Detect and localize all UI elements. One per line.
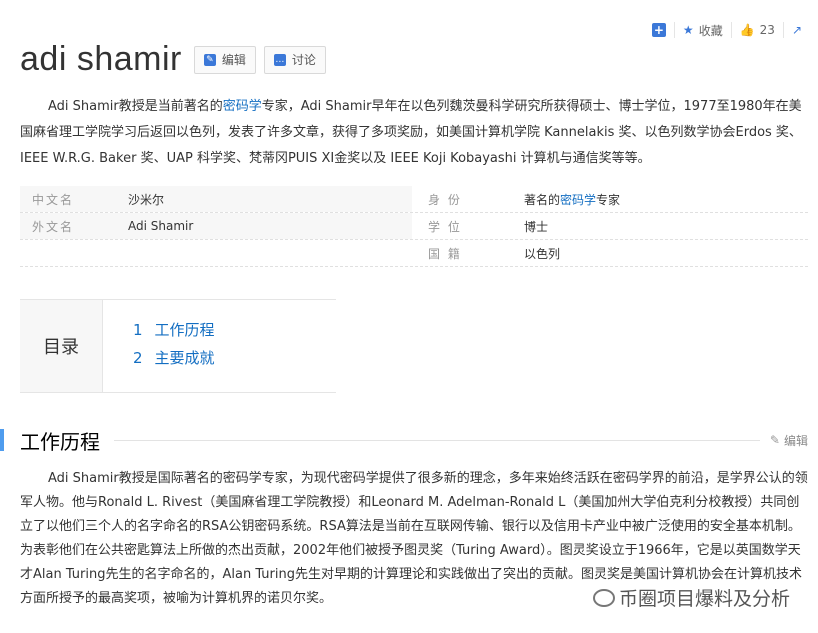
section-edit-label: 编辑 — [783, 433, 808, 448]
info-key: 外文名 — [32, 219, 75, 234]
info-cell-right: 学 位 博士 — [412, 213, 808, 239]
toc-number: 2 — [133, 349, 143, 367]
toc-text: 工作历程 — [154, 321, 215, 339]
wechat-icon — [592, 588, 615, 607]
watermark: 币圈项目爆料及分析 — [588, 584, 794, 611]
info-key: 学 位 — [428, 219, 462, 234]
section-title: 工作历程 — [20, 429, 100, 454]
info-row: 外文名 Adi Shamir 学 位 博士 — [20, 213, 808, 240]
add-button[interactable]: + — [644, 22, 674, 38]
info-value: 以色列 — [524, 246, 561, 261]
pencil-icon: ✎ — [203, 53, 216, 66]
cryptography-link[interactable]: 密码学 — [223, 99, 262, 114]
like-button[interactable]: 👍 23 — [730, 22, 783, 38]
collect-button[interactable]: ★ 收藏 — [673, 22, 731, 38]
thumbs-up-icon: 👍 — [739, 23, 755, 37]
info-cell-left: 外文名 Adi Shamir — [20, 213, 412, 239]
section-header: 工作历程 ✎ 编辑 — [0, 426, 818, 454]
info-value: 著名的密码学专家 — [524, 191, 620, 208]
page-title: adi shamir — [20, 40, 182, 78]
section-divider — [114, 439, 760, 441]
share-icon: ↗ — [791, 23, 802, 37]
info-key: 身 份 — [428, 192, 462, 207]
intro-text-1: Adi Shamir教授是当前著名的 — [48, 99, 223, 114]
info-value: 博士 — [524, 219, 549, 234]
plus-icon: + — [651, 23, 666, 37]
chat-bubble-icon: … — [273, 53, 286, 66]
discuss-label: 讨论 — [291, 53, 316, 67]
toc-item-work-history[interactable]: 1 工作历程 — [133, 316, 215, 344]
edit-button[interactable]: ✎ 编辑 — [193, 45, 256, 74]
info-key: 国 籍 — [428, 246, 462, 261]
toc-item-achievements[interactable]: 2 主要成就 — [133, 344, 215, 372]
section-edit-button[interactable]: ✎ 编辑 — [770, 432, 818, 449]
info-key: 中文名 — [32, 192, 75, 207]
basic-info-table: 中文名 沙米尔 身 份 著名的密码学专家 外文名 Adi Shamir 学 位 … — [20, 186, 808, 267]
info-value-text: 专家 — [596, 192, 621, 207]
top-toolbar: + ★ 收藏 👍 23 ↗ — [644, 16, 810, 44]
cryptography-link[interactable]: 密码学 — [560, 193, 596, 207]
toc-text: 主要成就 — [154, 349, 215, 367]
edit-label: 编辑 — [221, 53, 246, 67]
pencil-icon: ✎ — [769, 433, 780, 447]
info-cell-left — [20, 240, 412, 266]
star-icon: ★ — [682, 23, 694, 37]
info-cell-right: 国 籍 以色列 — [412, 240, 808, 266]
intro-paragraph: Adi Shamir教授是当前著名的密码学专家，Adi Shamir早年在以色列… — [20, 94, 810, 172]
like-count: 23 — [759, 23, 775, 37]
watermark-text: 币圈项目爆料及分析 — [618, 588, 790, 610]
table-of-contents: 目录 1 工作历程 2 主要成就 — [20, 299, 336, 393]
collect-label: 收藏 — [698, 23, 723, 38]
share-button[interactable]: ↗ — [782, 22, 810, 38]
info-cell-right: 身 份 著名的密码学专家 — [412, 186, 808, 212]
toc-number: 1 — [133, 321, 143, 339]
title-row: adi shamir ✎ 编辑 … 讨论 — [20, 40, 326, 79]
info-row: 中文名 沙米尔 身 份 著名的密码学专家 — [20, 186, 808, 213]
info-value: 沙米尔 — [128, 192, 165, 207]
discuss-button[interactable]: … 讨论 — [263, 45, 326, 74]
info-row: 国 籍 以色列 — [20, 240, 808, 267]
toc-list: 1 工作历程 2 主要成就 — [103, 300, 215, 392]
info-value-text: 著名的 — [524, 192, 561, 207]
info-value: Adi Shamir — [128, 219, 194, 233]
toc-label: 目录 — [20, 300, 103, 392]
section-accent-bar — [0, 429, 4, 451]
info-cell-left: 中文名 沙米尔 — [20, 186, 412, 212]
